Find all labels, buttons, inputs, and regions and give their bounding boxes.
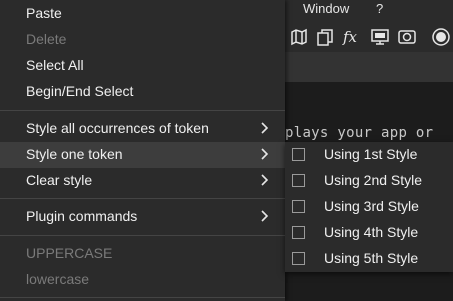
- menu-item-uppercase: UPPERCASE: [0, 241, 285, 267]
- svg-text:fx: fx: [342, 28, 358, 46]
- map-icon[interactable]: [289, 27, 309, 47]
- menu-item-label: Begin/End Select: [26, 83, 134, 99]
- menu-item-label: UPPERCASE: [26, 245, 113, 261]
- menu-item-style-all-occurrences[interactable]: Style all occurrences of token: [0, 116, 285, 142]
- menu-item-clear-style[interactable]: Clear style: [0, 168, 285, 194]
- menu-item-label: Style all occurrences of token: [26, 120, 209, 136]
- submenu-item-label: Using 1st Style: [324, 146, 418, 162]
- menu-item-label: Paste: [26, 5, 62, 21]
- menu-separator: [0, 235, 285, 236]
- menu-item-label: Select All: [26, 57, 84, 73]
- checkbox[interactable]: [292, 252, 305, 265]
- checkbox[interactable]: [292, 200, 305, 213]
- submenu-item-1st-style[interactable]: Using 1st Style: [285, 142, 453, 168]
- submenu-item-label: Using 3rd Style: [324, 198, 419, 214]
- submenu-item-label: Using 5th Style: [324, 250, 419, 266]
- checkbox[interactable]: [292, 174, 305, 187]
- menu-separator: [0, 110, 285, 111]
- chevron-right-icon: [258, 207, 272, 225]
- submenu-item-4th-style[interactable]: Using 4th Style: [285, 220, 453, 246]
- checkbox[interactable]: [292, 148, 305, 161]
- submenu-item-2nd-style[interactable]: Using 2nd Style: [285, 168, 453, 194]
- style-one-token-submenu: Using 1st Style Using 2nd Style Using 3r…: [285, 142, 453, 272]
- monitor-icon[interactable]: [370, 27, 390, 47]
- chevron-right-icon: [258, 145, 272, 163]
- menu-separator: [0, 297, 285, 298]
- menu-item-style-one-token[interactable]: Style one token: [0, 142, 285, 168]
- menu-item-label: Clear style: [26, 172, 93, 188]
- menu-item-lowercase: lowercase: [0, 267, 285, 293]
- menu-item-label: Style one token: [26, 146, 123, 162]
- menu-item-begin-end-select[interactable]: Begin/End Select: [0, 79, 285, 105]
- copy-pages-icon[interactable]: [315, 27, 335, 47]
- context-menu: Paste Delete Select All Begin/End Select…: [0, 0, 285, 301]
- function-fx-icon[interactable]: fx: [342, 27, 362, 47]
- menu-item-plugin-commands[interactable]: Plugin commands: [0, 204, 285, 230]
- menu-item-label: Delete: [26, 31, 67, 47]
- menu-item-label: lowercase: [26, 271, 90, 287]
- app-menubar: Window ?: [285, 0, 453, 22]
- menu-separator: [0, 198, 285, 199]
- editor-text: plays your app or: [285, 125, 434, 141]
- menu-help[interactable]: ?: [376, 1, 383, 16]
- checkbox[interactable]: [292, 226, 305, 239]
- app-toolbar: fx: [285, 22, 453, 52]
- chevron-right-icon: [258, 119, 272, 137]
- menu-item-label: Plugin commands: [26, 208, 138, 224]
- submenu-item-3rd-style[interactable]: Using 3rd Style: [285, 194, 453, 220]
- menu-item-select-all[interactable]: Select All: [0, 53, 285, 79]
- camera-view-icon[interactable]: [397, 27, 417, 47]
- submenu-item-label: Using 2nd Style: [324, 172, 423, 188]
- menu-item-paste[interactable]: Paste: [0, 1, 285, 27]
- submenu-item-5th-style[interactable]: Using 5th Style: [285, 246, 453, 272]
- menu-window[interactable]: Window: [303, 1, 349, 16]
- record-icon[interactable]: [431, 27, 451, 47]
- submenu-item-label: Using 4th Style: [324, 224, 419, 240]
- menu-item-delete: Delete: [0, 27, 285, 53]
- chevron-right-icon: [258, 171, 272, 189]
- app-tab-strip: [285, 52, 453, 82]
